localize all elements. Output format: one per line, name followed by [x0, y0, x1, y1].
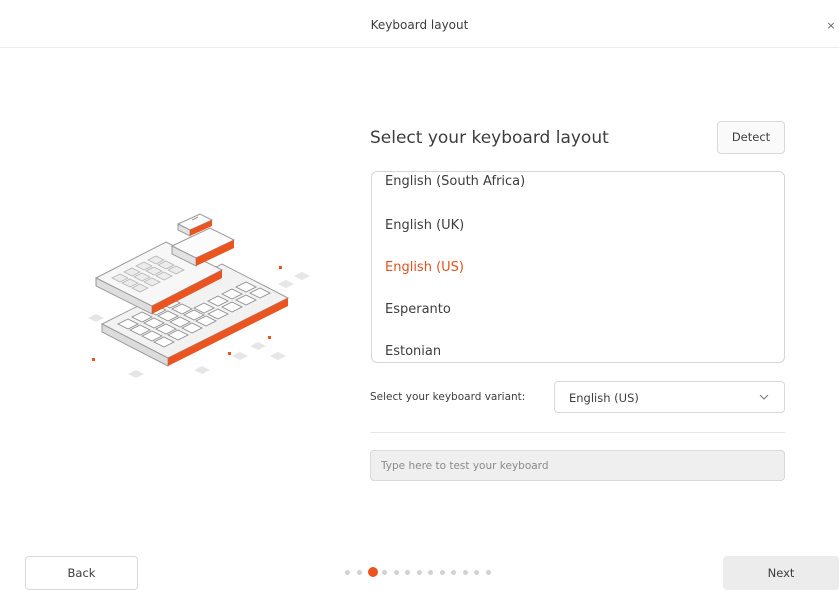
list-item[interactable]: English (UK) — [385, 218, 464, 233]
step-dot — [462, 570, 468, 575]
step-dot — [345, 570, 350, 575]
detect-button[interactable]: Detect — [717, 121, 785, 154]
list-item[interactable]: Esperanto — [385, 302, 451, 317]
step-dot — [405, 570, 410, 575]
chevron-down-icon — [759, 394, 769, 400]
step-dot — [393, 570, 399, 575]
step-dot — [416, 570, 422, 575]
page-heading: Select your keyboard layout — [370, 128, 609, 148]
keyboard-test-input[interactable] — [370, 450, 785, 481]
step-dot — [485, 570, 491, 575]
list-item[interactable]: English (South Africa) — [385, 174, 525, 189]
next-button[interactable]: Next — [723, 556, 839, 590]
list-item[interactable]: Estonian — [385, 344, 441, 359]
step-dot — [474, 570, 479, 575]
list-item-selected[interactable]: English (US) — [385, 260, 464, 275]
step-dot — [428, 570, 433, 575]
layout-list[interactable]: English (South Africa) English (UK) Engl… — [371, 171, 785, 363]
step-dot — [451, 570, 456, 575]
variant-label: Select your keyboard variant: — [370, 391, 526, 403]
window-title: Keyboard layout — [370, 18, 469, 32]
variant-value: English (US) — [569, 391, 639, 405]
step-dot — [382, 570, 387, 575]
close-icon[interactable]: × — [825, 20, 837, 32]
back-button[interactable]: Back — [25, 556, 138, 590]
step-dot — [356, 570, 362, 575]
step-dot — [439, 570, 445, 575]
step-dot-active — [368, 567, 378, 577]
keyboard-illustration — [88, 213, 310, 378]
variant-dropdown[interactable]: English (US) — [554, 381, 785, 413]
title-bar: Keyboard layout × — [0, 0, 839, 48]
divider — [370, 432, 785, 433]
